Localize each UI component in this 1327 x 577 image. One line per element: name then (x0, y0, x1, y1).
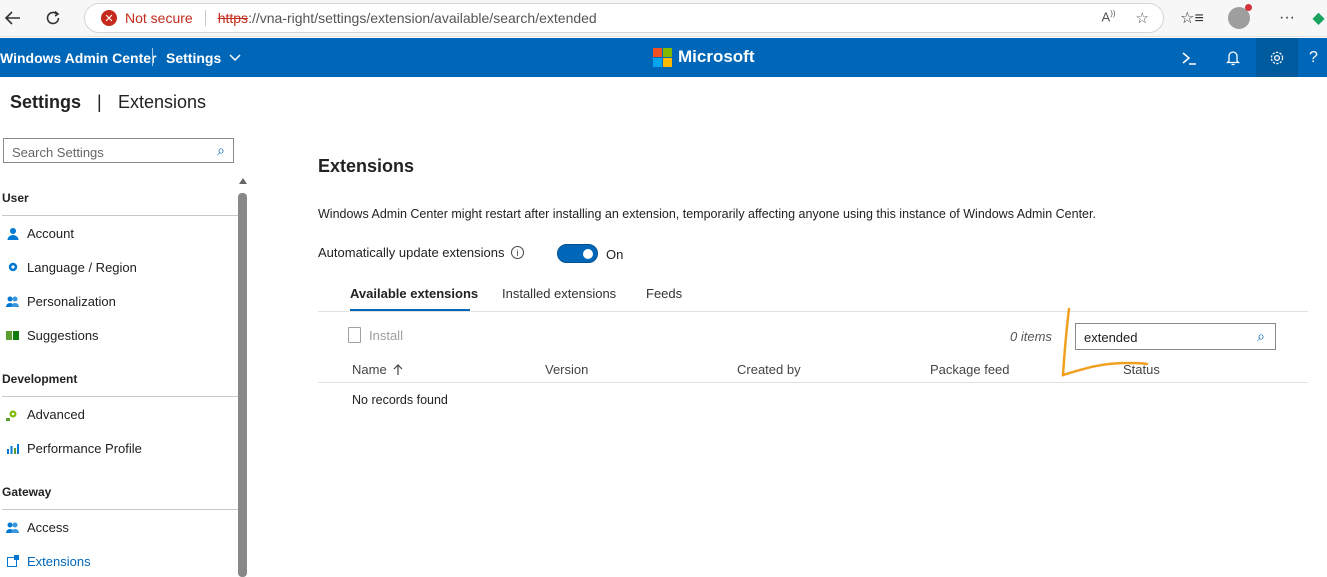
sidebar-item-performance-profile[interactable]: Performance Profile (6, 438, 142, 458)
avatar (1228, 4, 1252, 29)
sidebar-item-personalization[interactable]: Personalization (6, 291, 116, 311)
column-header-name[interactable]: Name (352, 362, 403, 377)
app-title[interactable]: Windows Admin Center (0, 50, 156, 66)
tab-installed-extensions[interactable]: Installed extensions (502, 286, 616, 301)
active-tab-indicator (350, 309, 470, 311)
person-icon (6, 227, 19, 240)
address-actions: A)) ☆ (1102, 9, 1149, 27)
settings-menu-button[interactable]: Settings (166, 50, 241, 66)
back-arrow-icon[interactable] (0, 6, 26, 30)
settings-gear-icon[interactable] (1256, 38, 1298, 77)
suggestions-icon (6, 329, 19, 342)
scroll-up-arrow-icon[interactable] (239, 178, 247, 184)
sidebar-item-suggestions[interactable]: Suggestions (6, 325, 99, 345)
app-header: Windows Admin Center Settings Microsoft … (0, 38, 1327, 77)
favorites-icon[interactable]: ☆≡ (1179, 6, 1205, 30)
notifications-bell-icon[interactable] (1212, 38, 1254, 77)
sidebar-scrollbar-thumb[interactable] (238, 193, 247, 577)
sidebar-item-label: Personalization (27, 293, 116, 309)
search-icon[interactable]: ⌕ (217, 142, 225, 159)
address-bar[interactable]: ✕ Not secure https ://vna-right/settings… (84, 3, 1164, 33)
items-count: 0 items (1010, 329, 1052, 344)
address-divider (204, 10, 206, 26)
security-label[interactable]: Not secure (125, 10, 193, 26)
sidebar-item-advanced[interactable]: Advanced (6, 404, 85, 424)
section-heading: Extensions (318, 156, 415, 176)
group-label-development: Development (2, 372, 78, 386)
sort-ascending-icon (393, 363, 403, 375)
header-divider (152, 48, 153, 66)
copilot-icon[interactable]: ◆ (1310, 6, 1327, 30)
favorite-star-icon[interactable]: ☆ (1136, 9, 1149, 27)
sidebar-item-label: Language / Region (27, 259, 137, 275)
sidebar-item-extensions[interactable]: Extensions (6, 551, 91, 571)
install-icon (348, 327, 361, 343)
sidebar-item-access[interactable]: Access (6, 517, 69, 537)
microsoft-logo: Microsoft (653, 47, 755, 67)
column-header-package-feed[interactable]: Package feed (930, 362, 1010, 377)
read-aloud-icon[interactable]: A)) (1102, 9, 1116, 27)
powershell-icon[interactable] (1168, 38, 1210, 77)
column-header-created-by[interactable]: Created by (737, 362, 801, 377)
tab-feeds[interactable]: Feeds (646, 286, 682, 301)
page-title: Settings (10, 92, 82, 112)
advanced-icon (6, 408, 19, 421)
auto-update-label: Automatically update extensions (318, 245, 505, 260)
brand-name: Microsoft (678, 47, 755, 66)
help-icon[interactable]: ? (1300, 38, 1327, 77)
people-icon (6, 295, 19, 308)
chart-icon (6, 442, 19, 455)
sidebar-item-label: Suggestions (27, 327, 99, 343)
title-divider: | (97, 92, 102, 112)
url-scheme: https (217, 10, 249, 26)
sidebar-item-account[interactable]: Account (6, 223, 74, 243)
microsoft-logo-icon (653, 47, 672, 67)
column-header-version[interactable]: Version (545, 362, 588, 377)
url-path: ://vna-right/settings/extension/availabl… (248, 10, 597, 26)
page-subtitle: Extensions (118, 92, 207, 112)
people-icon (6, 521, 19, 534)
sidebar-item-label: Performance Profile (27, 440, 142, 456)
info-icon[interactable]: i (511, 246, 524, 259)
profile-avatar[interactable] (1226, 4, 1252, 30)
install-button[interactable]: Install (348, 327, 403, 343)
settings-search-input[interactable]: Search Settings ⌕ (3, 138, 234, 163)
annotation-mark (1061, 307, 1149, 377)
toggle-state-label: On (606, 247, 624, 262)
extension-icon (6, 555, 19, 568)
group-label-gateway: Gateway (2, 485, 52, 499)
tab-available-extensions[interactable]: Available extensions (350, 286, 478, 301)
settings-search-placeholder: Search Settings (12, 145, 104, 160)
sidebar-item-label: Extensions (27, 553, 91, 569)
browser-toolbar: ✕ Not secure https ://vna-right/settings… (0, 0, 1327, 37)
auto-update-toggle[interactable] (557, 244, 598, 263)
sidebar-item-label: Advanced (27, 406, 85, 422)
sidebar-item-label: Access (27, 519, 69, 535)
more-menu-icon[interactable]: ··· (1274, 6, 1300, 30)
group-divider (2, 396, 247, 397)
search-icon[interactable]: ⌕ (1257, 328, 1265, 345)
chevron-down-icon (229, 54, 241, 62)
empty-state-message: No records found (352, 393, 448, 407)
settings-menu-label: Settings (166, 50, 222, 66)
sidebar-item-label: Account (27, 225, 74, 241)
column-header-label: Name (352, 362, 387, 377)
gear-icon (6, 261, 19, 274)
install-label: Install (369, 327, 403, 343)
restart-notice: Windows Admin Center might restart after… (318, 207, 1096, 221)
group-divider (2, 509, 247, 510)
group-divider (2, 215, 247, 216)
not-secure-icon: ✕ (101, 10, 117, 26)
sidebar-item-language-region[interactable]: Language / Region (6, 257, 137, 277)
group-label-user: User (2, 191, 29, 205)
refresh-icon[interactable] (40, 6, 66, 30)
